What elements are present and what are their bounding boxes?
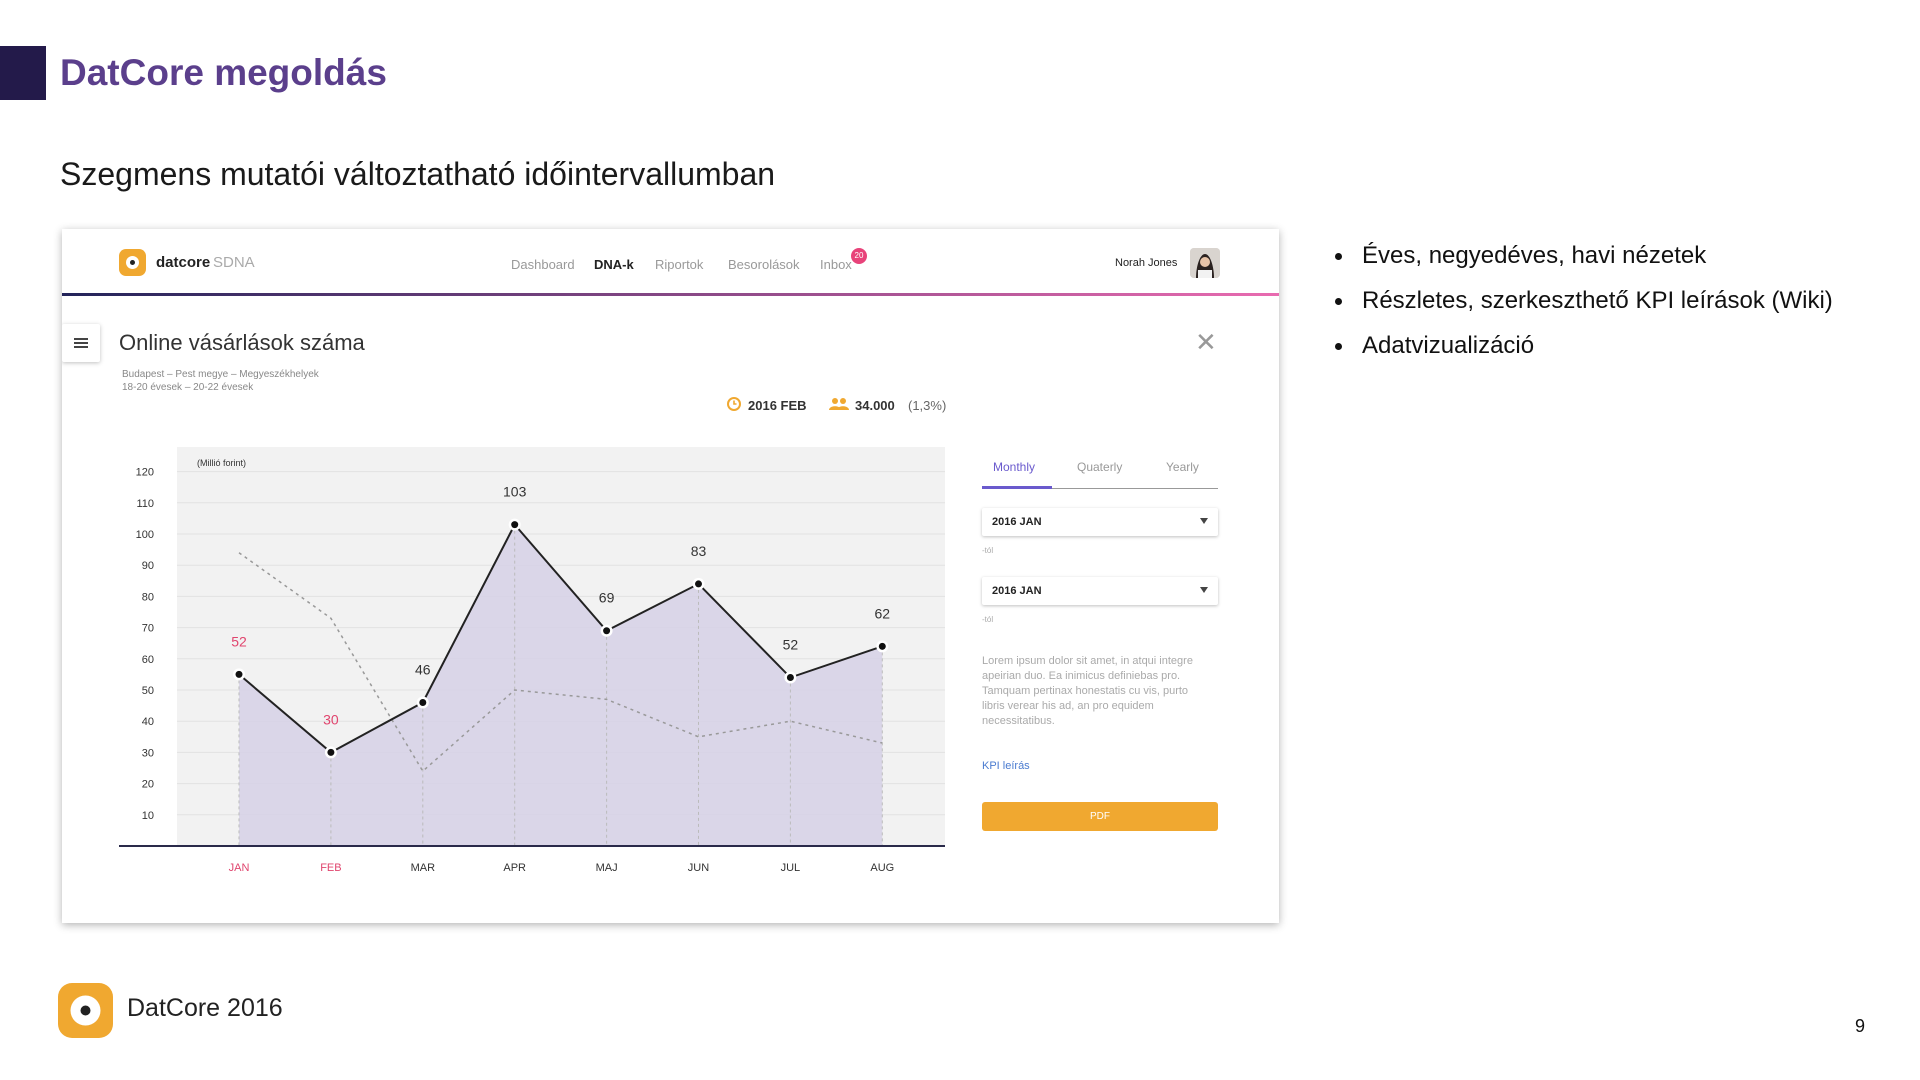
- data-point: [603, 627, 611, 635]
- y-tick-label: 30: [142, 747, 154, 759]
- data-point: [419, 698, 427, 706]
- from-date-hint: -tól: [982, 546, 994, 555]
- y-tick-label: 60: [142, 654, 154, 666]
- tab-quarterly[interactable]: Quaterly: [1077, 460, 1122, 474]
- kpi-description-line: Lorem ipsum dolor sit amet, in atqui int…: [982, 655, 1193, 667]
- data-label: 30: [323, 711, 339, 727]
- x-tick-label: MAJ: [596, 862, 618, 874]
- y-tick-label: 120: [136, 467, 154, 479]
- data-point: [235, 670, 243, 678]
- kpi-description: Lorem ipsum dolor sit amet, in atqui int…: [982, 654, 1222, 729]
- to-date-hint: -tól: [982, 615, 994, 624]
- data-label: 62: [875, 605, 891, 621]
- chevron-down-icon: [1200, 518, 1208, 524]
- pdf-button[interactable]: PDF: [982, 802, 1218, 831]
- slide-subtitle: Szegmens mutatói változtatható időinterv…: [60, 156, 776, 192]
- to-date-value: 2016 JAN: [992, 585, 1042, 597]
- data-point: [878, 642, 886, 650]
- y-tick-label: 40: [142, 716, 154, 728]
- y-axis-label: (Millió forint): [197, 458, 246, 468]
- from-date-value: 2016 JAN: [992, 516, 1042, 528]
- x-tick-label: AUG: [870, 862, 894, 874]
- kpi-description-line: Tamquam pertinax honestatis cu vis, purt…: [982, 685, 1189, 697]
- bullet-text: Adatvizualizáció: [1362, 332, 1535, 359]
- x-tick-label: JUL: [781, 862, 801, 874]
- bullet-item: Éves, negyedéves, havi nézetek: [1335, 242, 1833, 270]
- data-label: 103: [503, 484, 527, 500]
- footer-logo-icon: [58, 983, 113, 1038]
- data-label: 83: [691, 543, 707, 559]
- x-tick-label: APR: [503, 862, 526, 874]
- title-accent-block: [0, 46, 46, 100]
- y-tick-label: 20: [142, 779, 154, 791]
- to-date-select[interactable]: 2016 JAN: [982, 577, 1218, 605]
- kpi-description-line: necessitatibus.: [982, 715, 1055, 727]
- bullet-text: Éves, negyedéves, havi nézetek: [1362, 242, 1707, 269]
- data-point: [786, 674, 794, 682]
- x-tick-label: MAR: [411, 862, 436, 874]
- bullet-icon: [1335, 342, 1342, 350]
- chevron-down-icon: [1200, 587, 1208, 593]
- x-tick-label: JAN: [229, 862, 250, 874]
- bullet-item: Adatvizualizáció: [1335, 332, 1833, 360]
- y-tick-label: 70: [142, 623, 154, 635]
- y-tick-label: 10: [142, 810, 154, 822]
- y-tick-label: 110: [136, 498, 154, 510]
- bullet-icon: [1335, 297, 1342, 305]
- data-point: [695, 580, 702, 588]
- footer-text: DatCore 2016: [127, 994, 283, 1022]
- app-screenshot: datcore SDNA Dashboard DNA-k Riportok Be…: [62, 229, 1279, 923]
- x-tick-label: FEB: [320, 862, 341, 874]
- data-label: 46: [415, 661, 431, 677]
- kpi-description-line: libris verear his ad, an pro equidem: [982, 700, 1154, 712]
- period-tabs: Monthly Quaterly Yearly: [982, 446, 1218, 489]
- page-number: 9: [1855, 1016, 1866, 1036]
- y-tick-label: 80: [142, 591, 154, 603]
- tab-monthly[interactable]: Monthly: [993, 460, 1035, 474]
- slide-title: DatCore megoldás: [60, 52, 387, 93]
- y-tick-label: 100: [136, 529, 154, 541]
- bullet-item: Részletes, szerkeszthető KPI leírások (W…: [1335, 287, 1833, 315]
- kpi-link[interactable]: KPI leírás: [982, 760, 1030, 772]
- data-point: [511, 521, 519, 529]
- kpi-description-line: apeirian duo. Ea inimicus definiebas pro…: [982, 670, 1181, 682]
- tab-indicator: [982, 486, 1052, 489]
- tab-yearly[interactable]: Yearly: [1166, 460, 1199, 474]
- data-label: 52: [783, 637, 799, 653]
- data-label: 69: [599, 590, 615, 606]
- data-label: 52: [231, 633, 247, 649]
- from-date-select[interactable]: 2016 JAN: [982, 508, 1218, 536]
- bullet-text: Részletes, szerkeszthető KPI leírások (W…: [1362, 287, 1833, 314]
- bullet-icon: [1335, 252, 1342, 260]
- bullet-list: Éves, negyedéves, havi nézetek Részletes…: [1335, 242, 1833, 377]
- x-tick-label: JUN: [688, 862, 709, 874]
- y-tick-label: 50: [142, 685, 154, 697]
- data-point: [327, 748, 335, 756]
- y-tick-label: 90: [142, 560, 154, 572]
